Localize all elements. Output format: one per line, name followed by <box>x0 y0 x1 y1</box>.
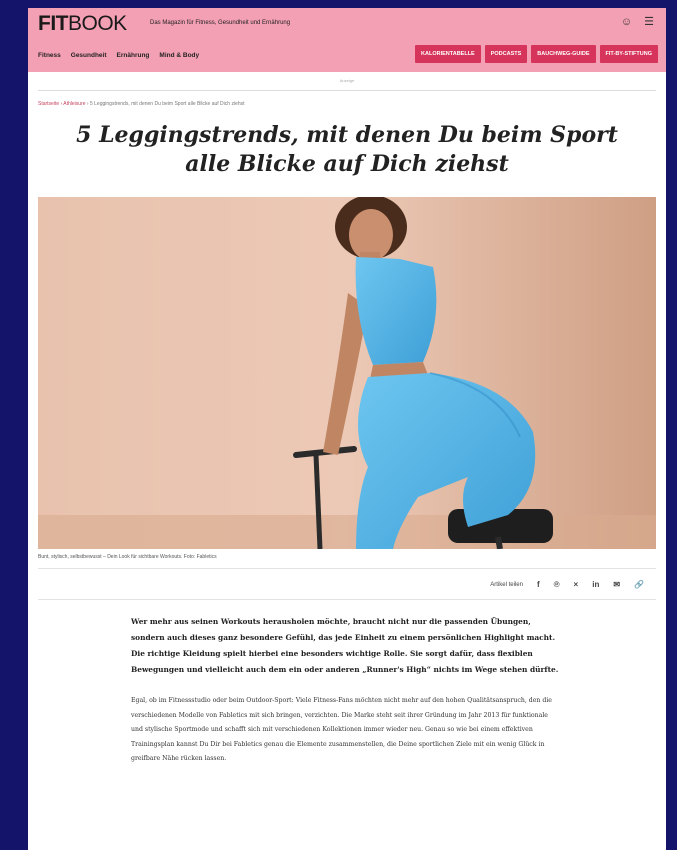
nav-button-4[interactable]: FIT-BY-STIFTUNG <box>599 45 658 63</box>
logo-bold: FIT <box>38 12 69 35</box>
facebook-icon[interactable]: f <box>537 581 540 589</box>
hero-photo-illustration <box>38 197 656 549</box>
nav-button-3[interactable]: BAUCHWEG-GUIDE <box>531 45 596 63</box>
nav-item-ernaehrung[interactable]: Ernährung <box>117 52 150 59</box>
main-nav: Fitness Gesundheit Ernährung Mind & Body <box>38 52 199 59</box>
image-caption: Bunt, stylisch, selbstbewusst – Dein Loo… <box>38 554 217 560</box>
breadcrumb-link[interactable]: Startseite › Athleisure <box>38 101 86 107</box>
link-icon[interactable]: 🔗 <box>634 581 644 589</box>
breadcrumb: Startseite › Athleisure › 5 Leggingstren… <box>38 101 656 107</box>
nav-button-1[interactable]: KALORIENTABELLE <box>415 45 481 63</box>
ad-label: Anzeige <box>339 78 355 83</box>
article-page: FITBOOK Das Magazin für Fitness, Gesundh… <box>28 8 666 850</box>
site-logo[interactable]: FITBOOK <box>38 12 127 36</box>
pinterest-icon[interactable]: ℗ <box>554 581 560 589</box>
breadcrumb-current: › 5 Leggingstrends, mit denen Du beim Sp… <box>86 101 245 107</box>
hero-image <box>38 197 656 549</box>
share-label: Artikel teilen <box>490 582 523 588</box>
logo-light: BOOK <box>68 12 127 35</box>
divider <box>38 568 656 569</box>
site-header: FITBOOK Das Magazin für Fitness, Gesundh… <box>28 8 666 72</box>
nav-item-fitness[interactable]: Fitness <box>38 52 61 59</box>
article-title: 5 Leggingstrends, mit denen Du beim Spor… <box>76 122 618 177</box>
nav-item-mind-body[interactable]: Mind & Body <box>159 52 199 59</box>
user-icon[interactable]: ☺ <box>621 17 632 28</box>
nav-button-2[interactable]: PODCASTS <box>484 45 528 63</box>
article-body: Egal, ob im Fitnessstudio oder beim Outd… <box>131 697 552 762</box>
x-icon[interactable]: × <box>574 581 579 589</box>
menu-icon[interactable]: ☰ <box>644 17 654 28</box>
mail-icon[interactable]: ✉ <box>613 581 620 589</box>
nav-item-gesundheit[interactable]: Gesundheit <box>71 52 107 59</box>
linkedin-icon[interactable]: in <box>592 581 599 589</box>
site-tagline: Das Magazin für Fitness, Gesundheit und … <box>150 20 291 26</box>
divider <box>38 599 656 600</box>
share-bar: Artikel teilen f ℗ × in ✉ 🔗 <box>28 581 644 589</box>
article-lead: Wer mehr aus seinen Workouts herausholen… <box>131 617 559 674</box>
nav-buttons: KALORIENTABELLE PODCASTS BAUCHWEG-GUIDE … <box>415 45 658 63</box>
divider <box>38 90 656 91</box>
